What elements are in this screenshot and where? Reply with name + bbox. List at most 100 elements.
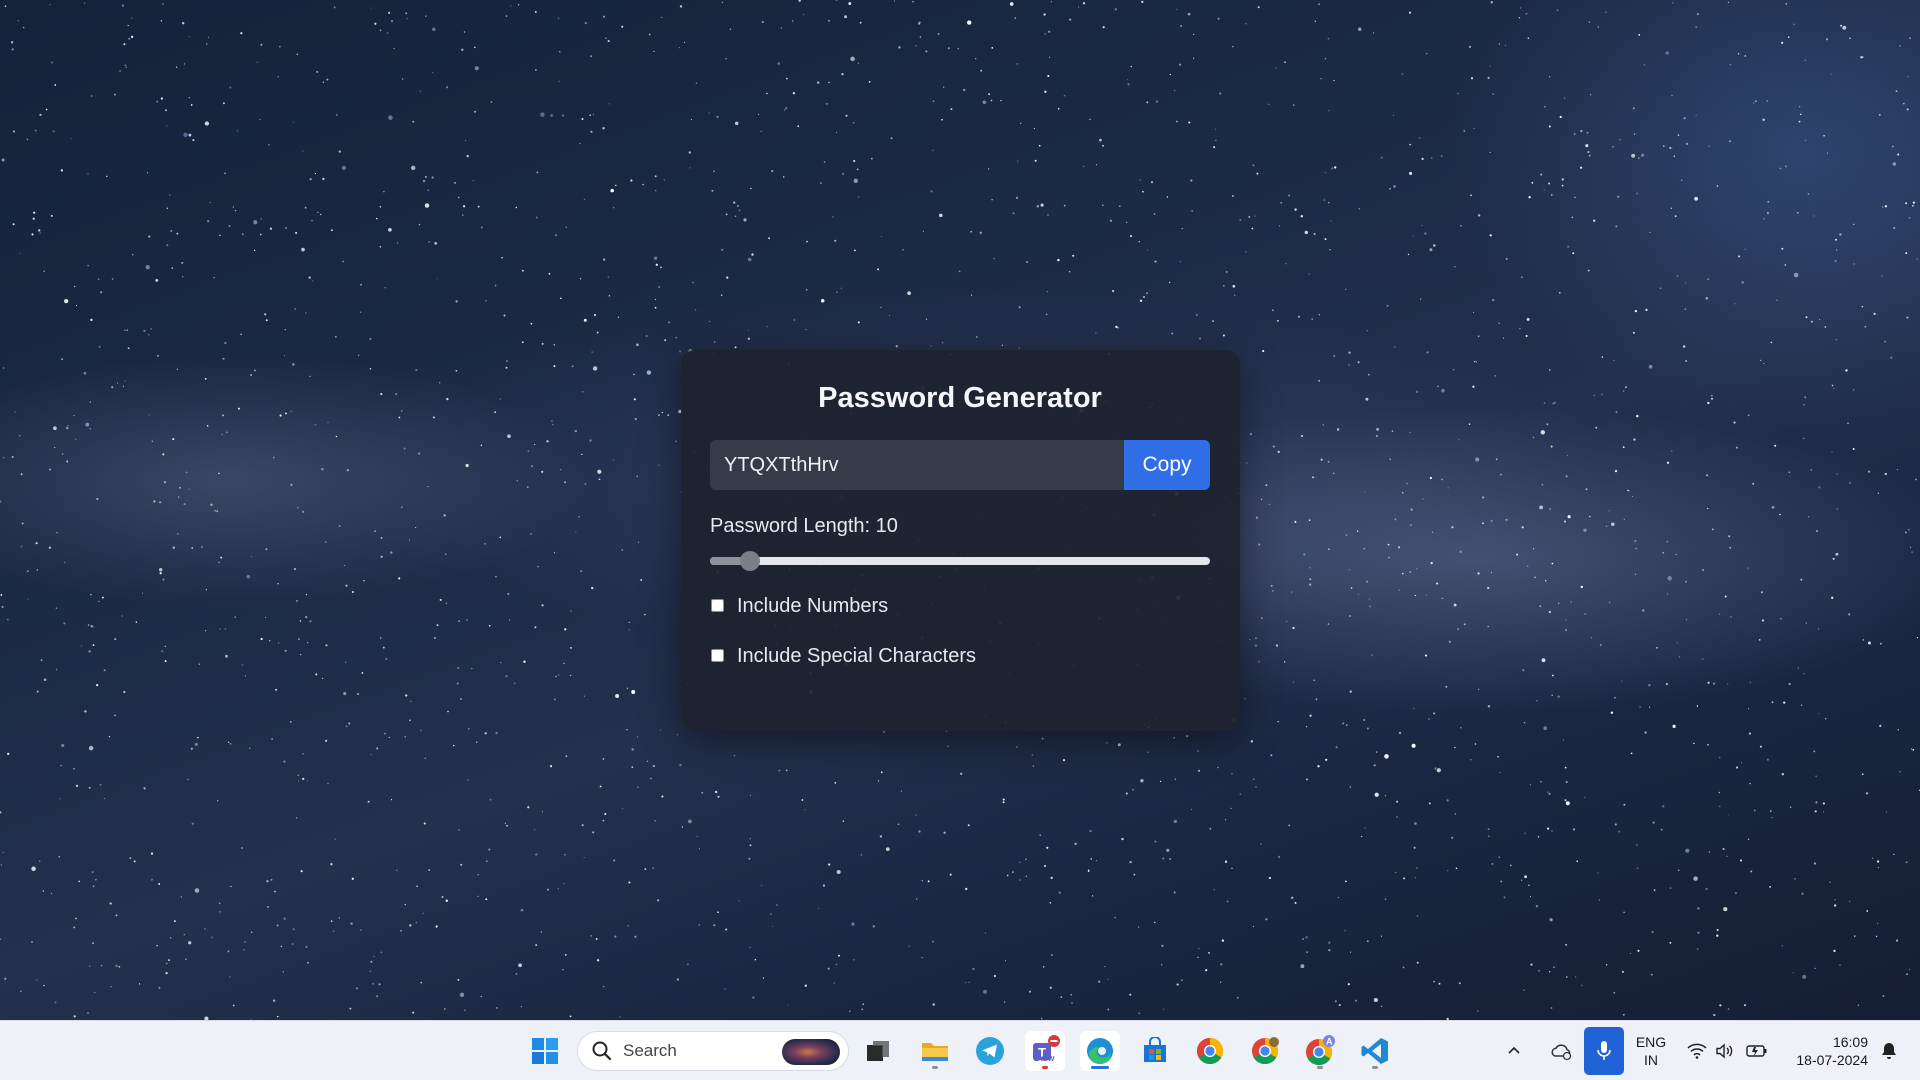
edge-icon[interactable] [1080, 1031, 1120, 1071]
star [1891, 145, 1894, 148]
star [751, 253, 754, 256]
star [1677, 869, 1680, 872]
star [1685, 142, 1688, 145]
star [979, 231, 982, 234]
chrome-profile-a-icon[interactable]: A [1300, 1031, 1340, 1071]
include-special-option[interactable]: Include Special Characters [710, 642, 1210, 670]
vscode-icon[interactable] [1355, 1031, 1395, 1071]
star [1561, 184, 1564, 187]
star [296, 53, 299, 55]
star [1350, 587, 1353, 589]
star [657, 899, 660, 902]
star [415, 921, 418, 924]
clock-time: 16:09 [1832, 1034, 1868, 1050]
star [1534, 576, 1536, 579]
star [1669, 146, 1672, 149]
star [1800, 578, 1803, 581]
star [1906, 316, 1909, 319]
include-numbers-option[interactable]: Include Numbers [710, 592, 1210, 620]
star [6, 618, 9, 621]
wifi-icon[interactable] [1686, 1031, 1708, 1071]
file-explorer-icon[interactable] [915, 1031, 955, 1071]
star [1565, 619, 1567, 621]
star [631, 766, 634, 768]
star [565, 755, 568, 757]
slider-thumb[interactable] [740, 551, 760, 571]
chrome-icon[interactable] [1190, 1031, 1230, 1071]
star [1473, 127, 1475, 130]
star [1191, 210, 1194, 212]
star [1890, 356, 1893, 359]
star [156, 945, 158, 947]
star [582, 391, 584, 393]
star [1835, 552, 1839, 556]
star [335, 435, 338, 438]
star [1652, 821, 1655, 824]
password-output-field[interactable] [710, 440, 1124, 490]
star [390, 799, 393, 801]
star [1877, 492, 1880, 494]
chrome-profile-icon[interactable] [1245, 1031, 1285, 1071]
language-indicator[interactable]: ENG IN [1631, 1033, 1671, 1069]
star [343, 692, 347, 696]
star [580, 570, 583, 573]
star [1879, 642, 1882, 645]
star [949, 873, 952, 876]
microphone-icon[interactable] [1584, 1027, 1624, 1075]
star [244, 675, 246, 677]
star [118, 965, 121, 968]
star [316, 70, 319, 73]
include-numbers-checkbox[interactable] [711, 598, 724, 612]
star [627, 925, 629, 927]
star [1554, 401, 1556, 404]
password-length-slider[interactable] [710, 549, 1210, 571]
onedrive-icon[interactable] [1548, 1031, 1576, 1071]
star [943, 86, 945, 88]
star [1713, 1013, 1716, 1017]
notification-bell-icon[interactable] [1876, 1031, 1902, 1071]
star [474, 66, 479, 71]
star [241, 846, 244, 850]
star [589, 439, 592, 442]
star [132, 254, 134, 256]
teams-icon[interactable]: T NEW [1025, 1031, 1065, 1071]
volume-icon[interactable] [1714, 1031, 1736, 1071]
star [159, 501, 162, 504]
windows-start-icon[interactable] [525, 1031, 565, 1071]
star [1840, 24, 1843, 27]
telegram-icon[interactable] [970, 1031, 1010, 1071]
star [50, 892, 53, 895]
star [820, 299, 825, 303]
star [596, 959, 600, 962]
star [38, 229, 41, 232]
star [445, 899, 448, 902]
battery-icon[interactable] [1744, 1031, 1770, 1071]
star [60, 169, 64, 172]
star [1608, 601, 1611, 603]
star [1588, 154, 1591, 157]
star [1803, 437, 1805, 440]
star [253, 249, 256, 252]
star [1581, 984, 1583, 987]
star [828, 863, 831, 866]
microsoft-store-icon[interactable] [1135, 1031, 1175, 1071]
star [628, 629, 630, 631]
star [819, 182, 822, 185]
star [1669, 887, 1672, 889]
star [330, 863, 333, 866]
clock[interactable]: 16:09 18-07-2024 [1780, 1033, 1868, 1069]
chevron-up-icon[interactable] [1502, 1031, 1526, 1071]
include-special-checkbox[interactable] [711, 648, 724, 662]
star [1323, 199, 1326, 201]
star [489, 798, 492, 801]
star [1614, 823, 1617, 826]
task-view-icon[interactable] [858, 1031, 898, 1071]
star [1799, 106, 1801, 108]
copy-button[interactable]: Copy [1124, 440, 1210, 490]
star [188, 488, 190, 490]
star [1454, 266, 1456, 268]
star [991, 47, 994, 49]
star [631, 748, 634, 751]
taskbar-search-box[interactable]: Search [577, 1031, 849, 1071]
star [410, 165, 416, 171]
